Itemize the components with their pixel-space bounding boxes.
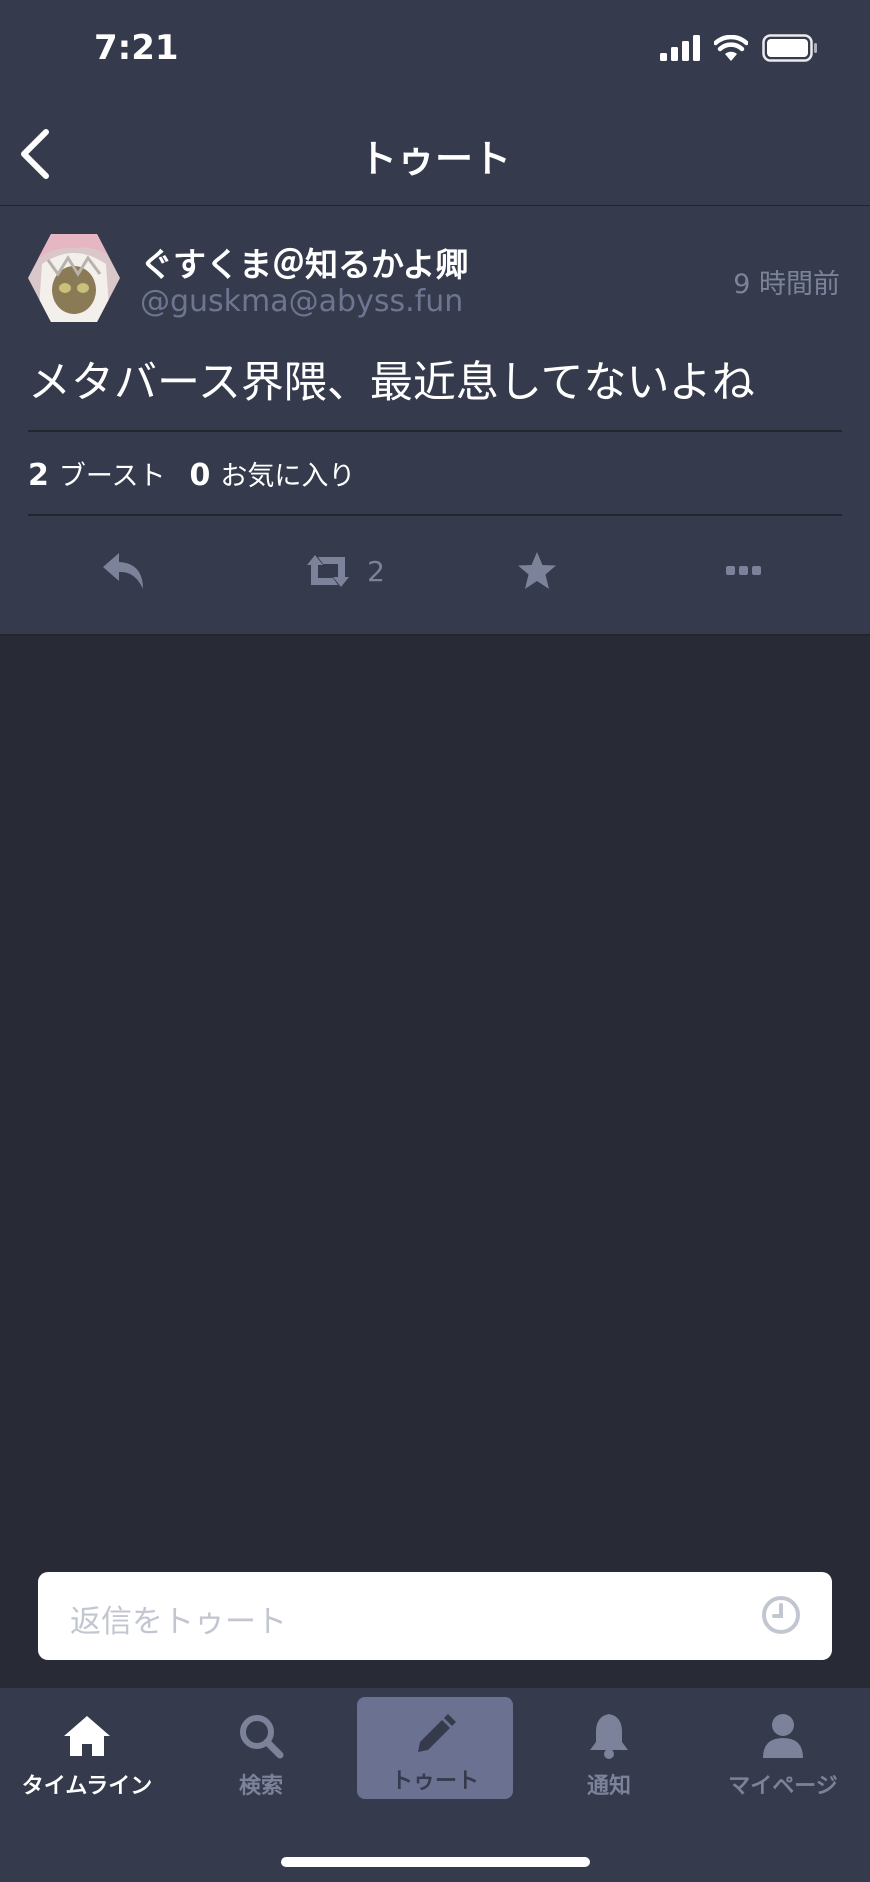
tab-bar: タイムライン 検索 トゥート 通知 マイページ <box>0 1688 870 1882</box>
home-icon <box>64 1716 110 1756</box>
favourite-label[interactable]: お気に入り <box>220 454 355 493</box>
wifi-icon <box>714 35 748 61</box>
favourite-count[interactable]: 0 <box>190 458 211 493</box>
reblog-icon <box>307 555 350 587</box>
tab-label: 通知 <box>586 1774 631 1799</box>
reply-icon <box>103 553 143 589</box>
clock-icon[interactable] <box>760 1594 802 1636</box>
bell-icon <box>590 1714 628 1759</box>
reblog-button[interactable]: 2 <box>290 536 400 606</box>
nav-bar: トゥート <box>0 100 870 206</box>
favourite-button[interactable] <box>497 536 577 606</box>
post-stats: 2 ブースト 0 お気に入り <box>28 454 355 493</box>
signal-icon <box>660 35 700 61</box>
page-title: トゥート <box>358 137 511 181</box>
post-timestamp: 9 時間前 <box>733 269 840 300</box>
reply-button[interactable] <box>84 536 164 606</box>
avatar[interactable] <box>28 234 120 322</box>
boost-label[interactable]: ブースト <box>59 454 166 493</box>
reply-placeholder: 返信をトゥート <box>70 1604 287 1640</box>
display-name[interactable]: ぐすくま＠知るかよ卿 <box>140 238 468 286</box>
status-time: 7:21 <box>94 28 179 68</box>
post-actions: 2 <box>0 536 870 606</box>
status-bar: 7:21 <box>0 0 870 100</box>
post-content: メタバース界隈、最近息してないよね <box>28 358 755 408</box>
tab-label: タイムライン <box>21 1774 153 1799</box>
tab-notifications[interactable]: 通知 <box>522 1688 696 1808</box>
pencil-icon <box>418 1714 456 1752</box>
star-icon <box>518 552 556 589</box>
reblog-count: 2 <box>367 554 385 588</box>
more-icon <box>726 566 761 575</box>
battery-icon <box>762 34 817 62</box>
tab-label: トゥート <box>390 1769 479 1794</box>
top-bar: 7:21 トゥート <box>0 0 870 206</box>
tab-mypage[interactable]: マイページ <box>696 1688 870 1808</box>
status-icons <box>660 34 818 62</box>
tab-label: マイページ <box>728 1774 838 1799</box>
user-icon <box>763 1714 803 1758</box>
tab-search[interactable]: 検索 <box>174 1688 348 1808</box>
tab-label: 検索 <box>238 1774 283 1799</box>
reply-input[interactable]: 返信をトゥート <box>38 1572 832 1660</box>
account-handle[interactable]: @guskma@abyss.fun <box>140 284 463 319</box>
toot-detail: ぐすくま＠知るかよ卿 @guskma@abyss.fun 9 時間前 メタバース… <box>0 206 870 636</box>
divider <box>28 514 842 516</box>
boost-count[interactable]: 2 <box>28 458 49 493</box>
home-indicator <box>281 1857 590 1867</box>
tab-compose[interactable]: トゥート <box>357 1697 513 1799</box>
tab-timeline[interactable]: タイムライン <box>0 1688 174 1808</box>
divider <box>28 430 842 432</box>
more-button[interactable] <box>704 536 784 606</box>
search-icon <box>240 1715 284 1759</box>
